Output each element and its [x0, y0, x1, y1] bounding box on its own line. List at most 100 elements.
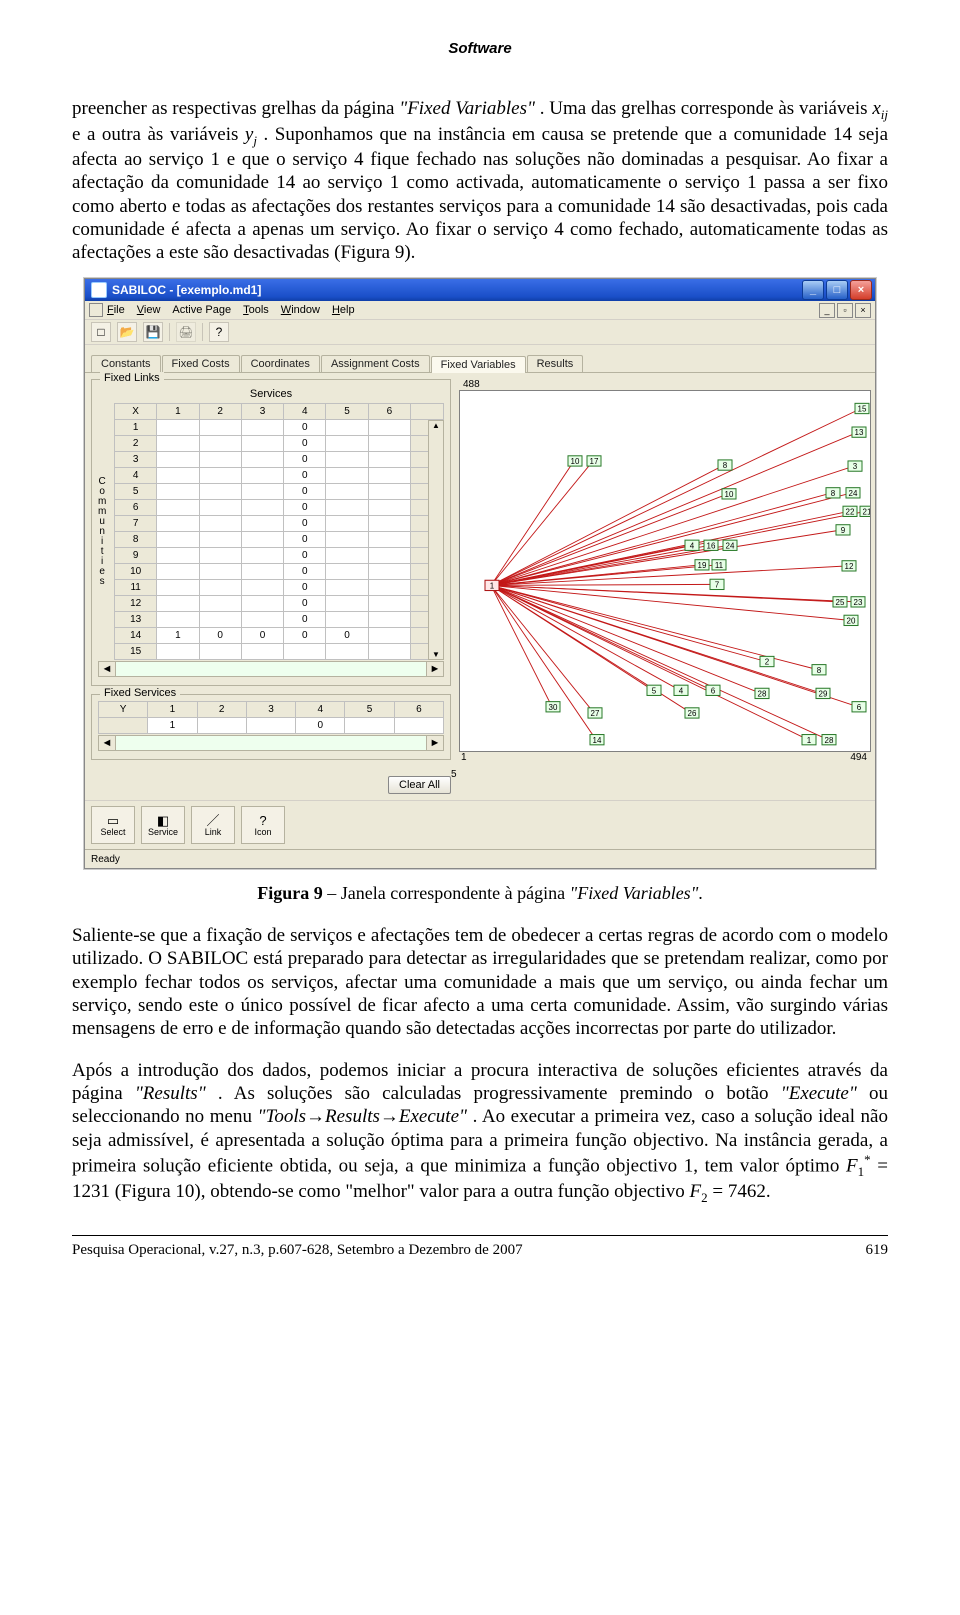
print-icon[interactable]: 🖨 — [176, 322, 196, 342]
svg-text:6: 6 — [857, 703, 862, 712]
paragraph-1: preencher as respectivas grelhas da pági… — [72, 97, 888, 264]
menu-bar[interactable]: File View Active Page Tools Window Help — [107, 304, 355, 316]
text: preencher as respectivas grelhas da pági… — [72, 98, 399, 119]
viz-x-min: 1 — [461, 752, 467, 763]
vscrollbar[interactable]: ▲▼ — [428, 420, 444, 660]
svg-text:11: 11 — [715, 561, 724, 570]
viz-y-min: 5 — [451, 769, 457, 780]
mdi-minimize[interactable]: _ — [819, 303, 835, 318]
toolbar: □ 📂 💾 🖨 ? — [85, 320, 875, 345]
svg-text:28: 28 — [825, 736, 834, 745]
menu-window[interactable]: Window — [281, 304, 320, 316]
svg-text:23: 23 — [854, 598, 863, 607]
svg-text:14: 14 — [593, 736, 602, 745]
mdi-icon — [89, 303, 103, 317]
svg-text:19: 19 — [698, 561, 707, 570]
svg-text:22: 22 — [846, 508, 855, 517]
svg-text:30: 30 — [549, 703, 558, 712]
network-canvas[interactable]: 1151310178310824222194162419111272523202… — [459, 390, 871, 752]
open-icon[interactable]: 📂 — [117, 322, 137, 342]
app-window: SABILOC - [exemplo.md1] _ □ × File View … — [84, 278, 876, 869]
svg-text:9: 9 — [841, 526, 846, 535]
var-xij: xij — [872, 98, 888, 119]
mdi-restore[interactable]: ▫ — [837, 303, 853, 318]
footer-page: 619 — [866, 1242, 889, 1259]
svg-text:17: 17 — [590, 457, 599, 466]
svg-text:24: 24 — [726, 541, 735, 550]
tab-constants[interactable]: Constants — [91, 355, 161, 372]
page-tabs: ConstantsFixed CostsCoordinatesAssignmen… — [85, 345, 875, 373]
hscrollbar-links[interactable]: ◄► — [98, 661, 444, 677]
paragraph-2: Saliente-se que a fixação de serviços e … — [72, 924, 888, 1040]
svg-text:13: 13 — [855, 428, 864, 437]
icon-tool[interactable]: ?Icon — [241, 806, 285, 844]
fixed-links-group: Fixed Links Services Communities X123456… — [91, 379, 451, 686]
svg-text:16: 16 — [707, 541, 716, 550]
status-bar: Ready — [85, 850, 875, 868]
svg-text:5: 5 — [652, 686, 657, 695]
service-tool[interactable]: ◧Service — [141, 806, 185, 844]
menu-view[interactable]: View — [137, 304, 161, 316]
viz-y-max: 488 — [459, 379, 869, 390]
caption-ital: "Fixed Variables" — [570, 883, 699, 903]
running-head: Software — [72, 40, 888, 57]
figure-caption: Figura 9 – Janela correspondente à págin… — [72, 883, 888, 904]
hscrollbar-services[interactable]: ◄► — [98, 735, 444, 751]
term-execute: "Execute" — [781, 1083, 857, 1104]
new-icon[interactable]: □ — [91, 322, 111, 342]
link-tool[interactable]: ／Link — [191, 806, 235, 844]
svg-text:4: 4 — [679, 686, 684, 695]
svg-text:20: 20 — [847, 617, 856, 626]
close-button[interactable]: × — [850, 280, 872, 300]
maximize-button[interactable]: □ — [826, 280, 848, 300]
app-icon — [91, 282, 107, 298]
svg-text:2: 2 — [765, 658, 770, 667]
text: – Janela correspondente à página — [323, 883, 570, 903]
svg-text:28: 28 — [758, 690, 767, 699]
mode-toolbar: ▭Select◧Service／Link?Icon — [85, 801, 875, 850]
viz-x-max: 494 — [850, 752, 867, 763]
svg-text:24: 24 — [849, 489, 858, 498]
client-area: Fixed Links Services Communities X123456… — [85, 373, 875, 801]
page-footer: Pesquisa Operacional, v.27, n.3, p.607-6… — [72, 1242, 888, 1259]
menu-active-page[interactable]: Active Page — [172, 304, 231, 316]
clear-all-button[interactable]: Clear All — [388, 776, 451, 794]
fixed-links-grid[interactable]: X123456102030405060708090100110120130141… — [114, 403, 444, 660]
viz-panel: 488 115131017831082422219416241911127252… — [459, 379, 869, 794]
communities-label: Communities — [98, 403, 110, 660]
term-menu-path: "Tools→Results→Execute" — [258, 1106, 467, 1127]
footer-left: Pesquisa Operacional, v.27, n.3, p.607-6… — [72, 1242, 523, 1259]
menu-file[interactable]: File — [107, 304, 125, 316]
svg-text:8: 8 — [831, 489, 836, 498]
tab-coordinates[interactable]: Coordinates — [241, 355, 320, 372]
var-f2: F — [690, 1181, 702, 1202]
minimize-button[interactable]: _ — [802, 280, 824, 300]
text: . Uma das grelhas corresponde às variáve… — [540, 98, 873, 119]
window-title: SABILOC - [exemplo.md1] — [112, 283, 800, 297]
tab-fixed-costs[interactable]: Fixed Costs — [162, 355, 240, 372]
svg-text:12: 12 — [845, 562, 854, 571]
select-tool[interactable]: ▭Select — [91, 806, 135, 844]
menu-help[interactable]: Help — [332, 304, 355, 316]
tab-assignment-costs[interactable]: Assignment Costs — [321, 355, 430, 372]
svg-text:27: 27 — [591, 709, 600, 718]
fixed-services-grid[interactable]: Y12345610 — [98, 701, 444, 734]
title-bar[interactable]: SABILOC - [exemplo.md1] _ □ × — [85, 279, 875, 301]
svg-text:10: 10 — [571, 457, 580, 466]
save-icon[interactable]: 💾 — [143, 322, 163, 342]
mdi-controls: File View Active Page Tools Window Help … — [85, 301, 875, 320]
svg-text:3: 3 — [853, 462, 858, 471]
tab-results[interactable]: Results — [527, 355, 584, 372]
caption-number: Figura 9 — [257, 883, 323, 903]
svg-text:25: 25 — [836, 598, 845, 607]
svg-text:1: 1 — [807, 736, 812, 745]
var-f1: F — [846, 1155, 858, 1176]
svg-text:6: 6 — [711, 686, 716, 695]
help-icon[interactable]: ? — [209, 322, 229, 342]
svg-text:29: 29 — [819, 690, 828, 699]
svg-text:26: 26 — [688, 709, 697, 718]
tab-fixed-variables[interactable]: Fixed Variables — [431, 356, 526, 373]
menu-tools[interactable]: Tools — [243, 304, 269, 316]
mdi-close[interactable]: × — [855, 303, 871, 318]
text: e a outra às variáveis — [72, 124, 245, 145]
